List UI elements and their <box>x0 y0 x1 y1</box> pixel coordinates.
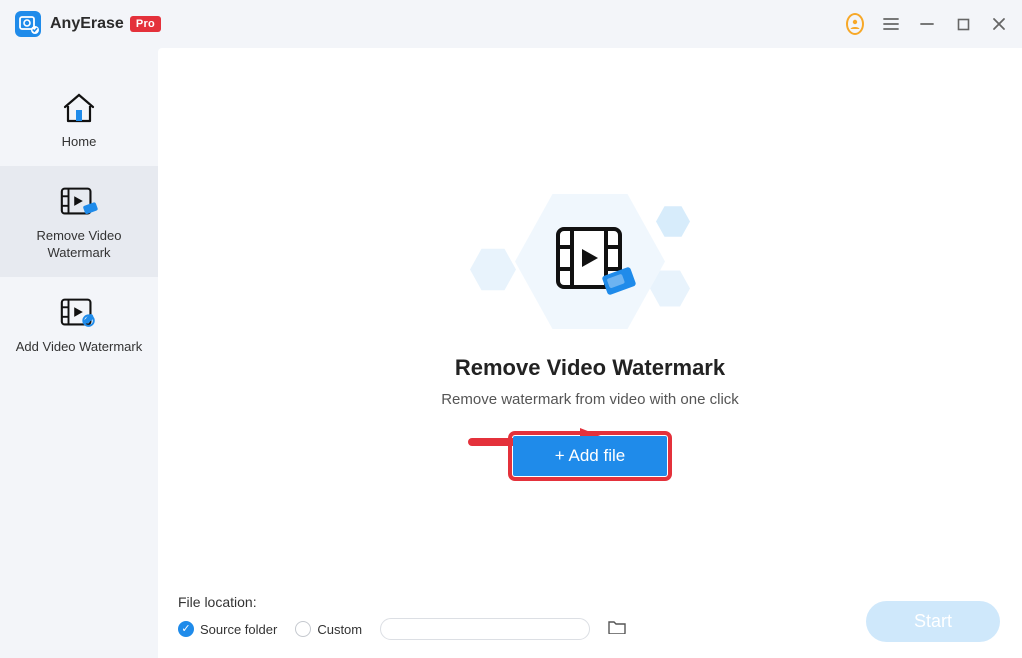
sidebar-item-label: Add Video Watermark <box>16 339 142 355</box>
minimize-icon[interactable] <box>918 15 936 33</box>
sidebar-item-add-video-watermark[interactable]: Add Video Watermark <box>0 277 158 371</box>
video-watermark-hero-icon <box>550 221 640 308</box>
pro-badge: Pro <box>130 16 161 32</box>
custom-path-input[interactable] <box>380 618 590 640</box>
add-video-watermark-icon <box>58 295 100 331</box>
radio-checked-icon <box>178 621 194 637</box>
sidebar-item-label: Home <box>62 134 97 150</box>
sidebar: Home Remove Video Watermark <box>0 48 158 658</box>
sidebar-item-remove-video-watermark[interactable]: Remove Video Watermark <box>0 166 158 277</box>
sidebar-item-label: Remove Video Watermark <box>8 228 150 261</box>
app-logo-icon <box>14 10 42 38</box>
center-area: Remove Video Watermark Remove watermark … <box>158 48 1022 594</box>
sidebar-item-home[interactable]: Home <box>0 72 158 166</box>
home-icon <box>58 90 100 126</box>
main-panel: Remove Video Watermark Remove watermark … <box>158 48 1022 658</box>
source-folder-label: Source folder <box>200 622 277 637</box>
account-icon[interactable] <box>846 15 864 33</box>
custom-folder-label: Custom <box>317 622 362 637</box>
add-file-button[interactable]: + Add file <box>513 436 667 476</box>
hexagon-decoration <box>470 247 516 293</box>
start-button[interactable]: Start <box>866 601 1000 642</box>
titlebar: AnyErase Pro <box>0 0 1022 48</box>
custom-folder-radio[interactable]: Custom <box>295 621 362 637</box>
radio-unchecked-icon <box>295 621 311 637</box>
main-title: Remove Video Watermark <box>455 355 725 381</box>
close-icon[interactable] <box>990 15 1008 33</box>
remove-video-watermark-icon <box>58 184 100 220</box>
hexagon-decoration <box>656 205 690 239</box>
maximize-icon[interactable] <box>954 15 972 33</box>
app-window: AnyErase Pro <box>0 0 1022 658</box>
browse-folder-icon[interactable] <box>608 619 626 639</box>
main-subtitle: Remove watermark from video with one cli… <box>441 391 739 408</box>
hero-graphic <box>460 187 720 337</box>
source-folder-radio[interactable]: Source folder <box>178 621 277 637</box>
app-name: AnyErase <box>50 15 124 33</box>
app-body: Home Remove Video Watermark <box>0 48 1022 658</box>
bottom-bar: File location: Source folder Custom <box>158 594 1022 658</box>
menu-icon[interactable] <box>882 15 900 33</box>
window-controls <box>846 15 1008 33</box>
